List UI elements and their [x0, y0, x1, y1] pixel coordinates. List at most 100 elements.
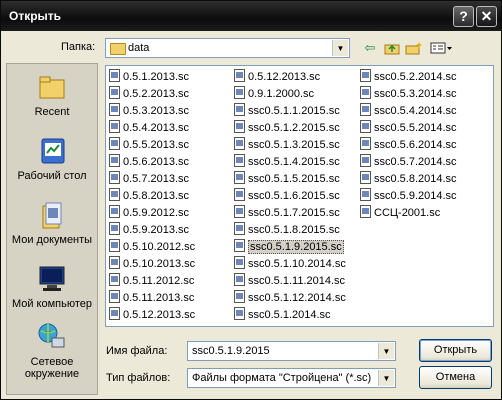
file-name: 0.5.4.2013.sc	[123, 122, 190, 134]
file-item[interactable]: 0.9.1.2000.sc	[234, 86, 314, 102]
file-item[interactable]: ssc0.5.1.5.2015.sc	[234, 171, 340, 187]
file-name: 0.5.8.2013.sc	[123, 190, 190, 202]
file-name: 0.5.5.2013.sc	[123, 139, 190, 151]
file-name: 0.9.1.2000.sc	[248, 88, 315, 100]
file-icon	[234, 69, 245, 82]
file-item[interactable]: 0.5.11.2012.sc	[109, 273, 194, 289]
file-item[interactable]: ssc0.5.1.12.2014.sc	[234, 290, 346, 306]
file-item[interactable]: 0.5.7.2013.sc	[109, 171, 189, 187]
file-item[interactable]: ssc0.5.1.2014.sc	[234, 307, 331, 323]
file-item[interactable]: 0.5.11.2013.sc	[109, 290, 194, 306]
up-folder-icon[interactable]	[383, 40, 401, 56]
place-network[interactable]: Сетевое окружение	[7, 322, 97, 380]
file-item[interactable]: 0.5.4.2013.sc	[109, 120, 189, 136]
file-item[interactable]: ssc0.5.3.2014.sc	[360, 86, 457, 102]
folder-icon	[110, 43, 126, 55]
file-item[interactable]: ssc0.5.6.2014.sc	[360, 137, 457, 153]
look-in-combo[interactable]: data ▼	[105, 38, 350, 58]
file-icon	[360, 103, 371, 116]
file-item[interactable]: ssc0.5.4.2014.sc	[360, 103, 457, 119]
file-icon	[360, 188, 371, 201]
new-folder-icon[interactable]	[405, 40, 423, 56]
file-item[interactable]: ssc0.5.8.2014.sc	[360, 171, 457, 187]
file-item[interactable]: ssc0.5.1.10.2014.sc	[234, 256, 346, 272]
filetype-select[interactable]: Файлы формата "Стройцена" (*.sc) ▼	[187, 368, 396, 388]
file-name: ssc0.5.1.6.2015.sc	[248, 190, 340, 202]
file-icon	[234, 137, 245, 150]
file-item[interactable]: ssc0.5.9.2014.sc	[360, 188, 457, 204]
file-name: ssc0.5.1.11.2014.sc	[248, 275, 346, 287]
file-name: ssc0.5.1.9.2015.sc	[248, 240, 344, 254]
file-item[interactable]: 0.5.9.2012.sc	[109, 205, 189, 221]
open-button[interactable]: Открыть	[419, 339, 492, 362]
place-my-documents[interactable]: Мои документы	[7, 200, 97, 246]
file-name: ssc0.5.1.10.2014.sc	[248, 258, 346, 270]
file-item[interactable]: ССЦ-2001.sc	[360, 205, 440, 221]
file-item[interactable]: 0.5.1.2013.sc	[109, 69, 189, 85]
back-arrow-icon[interactable]: ⇦	[361, 40, 379, 56]
my-documents-icon	[37, 200, 67, 230]
file-name: ssc0.5.4.2014.sc	[374, 105, 457, 117]
file-item[interactable]: ssc0.5.1.1.2015.sc	[234, 103, 340, 119]
file-name: 0.5.9.2013.sc	[123, 224, 190, 236]
file-item[interactable]: 0.5.3.2013.sc	[109, 103, 189, 119]
file-item[interactable]: 0.5.2.2013.sc	[109, 86, 189, 102]
file-name: ssc0.5.6.2014.sc	[374, 139, 457, 151]
file-list[interactable]: 0.5.1.2013.sc 0.5.2.2013.sc 0.5.3.2013.sc 0…	[105, 65, 494, 327]
place-label: Мои документы	[11, 234, 93, 246]
file-item[interactable]: 0.5.12.2013.sc	[109, 307, 195, 323]
look-in-value: data	[128, 42, 150, 54]
file-icon	[234, 273, 245, 286]
file-item[interactable]: ssc0.5.7.2014.sc	[360, 154, 457, 170]
file-name: ssc0.5.1.4.2015.sc	[248, 156, 340, 168]
file-item[interactable]: 0.5.6.2013.sc	[109, 154, 189, 170]
file-name: 0.5.7.2013.sc	[123, 173, 190, 185]
file-icon	[234, 307, 245, 320]
file-item[interactable]: ssc0.5.1.7.2015.sc	[234, 205, 340, 221]
file-item[interactable]: ssc0.5.1.8.2015.sc	[234, 222, 340, 238]
file-name: ssc0.5.1.8.2015.sc	[248, 224, 340, 236]
file-icon	[109, 120, 120, 133]
cancel-button[interactable]: Отмена	[419, 366, 492, 389]
file-icon	[109, 69, 120, 82]
place-desktop[interactable]: Рабочий стол	[7, 136, 97, 182]
file-item[interactable]: ssc0.5.1.3.2015.sc	[234, 137, 340, 153]
file-item[interactable]: ssc0.5.1.2.2015.sc	[234, 120, 340, 136]
file-icon	[360, 69, 371, 82]
file-name: ssc0.5.2.2014.sc	[374, 71, 457, 83]
file-item[interactable]: 0.5.10.2012.sc	[109, 239, 195, 255]
file-item[interactable]: 0.5.8.2013.sc	[109, 188, 189, 204]
file-item[interactable]: ssc0.5.1.4.2015.sc	[234, 154, 340, 170]
filename-input[interactable]: ssc0.5.1.9.2015 ▼	[187, 341, 396, 361]
place-recent[interactable]: Recent	[7, 72, 97, 118]
file-icon	[360, 205, 371, 218]
file-item[interactable]: ssc0.5.5.2014.sc	[360, 120, 457, 136]
recent-folder-icon	[37, 72, 67, 102]
file-name: 0.5.12.2013.sc	[123, 309, 196, 321]
place-label: Recent	[34, 106, 70, 118]
place-label: Сетевое окружение	[24, 356, 80, 380]
chevron-down-icon[interactable]: ▼	[332, 40, 348, 56]
file-item[interactable]: 0.5.9.2013.sc	[109, 222, 189, 238]
view-menu-icon[interactable]	[429, 40, 453, 56]
file-item[interactable]: 0.5.10.2013.sc	[109, 256, 195, 272]
file-item[interactable]: ssc0.5.1.11.2014.sc	[234, 273, 345, 289]
file-icon	[234, 205, 245, 218]
place-my-computer[interactable]: Мой компьютер	[7, 264, 97, 310]
file-icon	[360, 86, 371, 99]
help-button[interactable]: ?	[453, 6, 474, 27]
file-name: ССЦ-2001.sc	[374, 207, 441, 219]
file-icon	[234, 154, 245, 167]
file-item[interactable]: 0.5.12.2013.sc	[234, 69, 320, 85]
file-item[interactable]: ssc0.5.1.9.2015.sc	[234, 239, 344, 255]
file-item[interactable]: 0.5.5.2013.sc	[109, 137, 189, 153]
file-icon	[234, 222, 245, 235]
window-title: Открыть	[9, 9, 62, 23]
file-item[interactable]: ssc0.5.1.6.2015.sc	[234, 188, 340, 204]
file-item[interactable]: ssc0.5.2.2014.sc	[360, 69, 457, 85]
file-icon	[109, 154, 120, 167]
chevron-down-icon[interactable]: ▼	[378, 343, 394, 359]
file-icon	[109, 103, 120, 116]
chevron-down-icon[interactable]: ▼	[378, 370, 394, 386]
close-button[interactable]: ✕	[476, 6, 497, 27]
